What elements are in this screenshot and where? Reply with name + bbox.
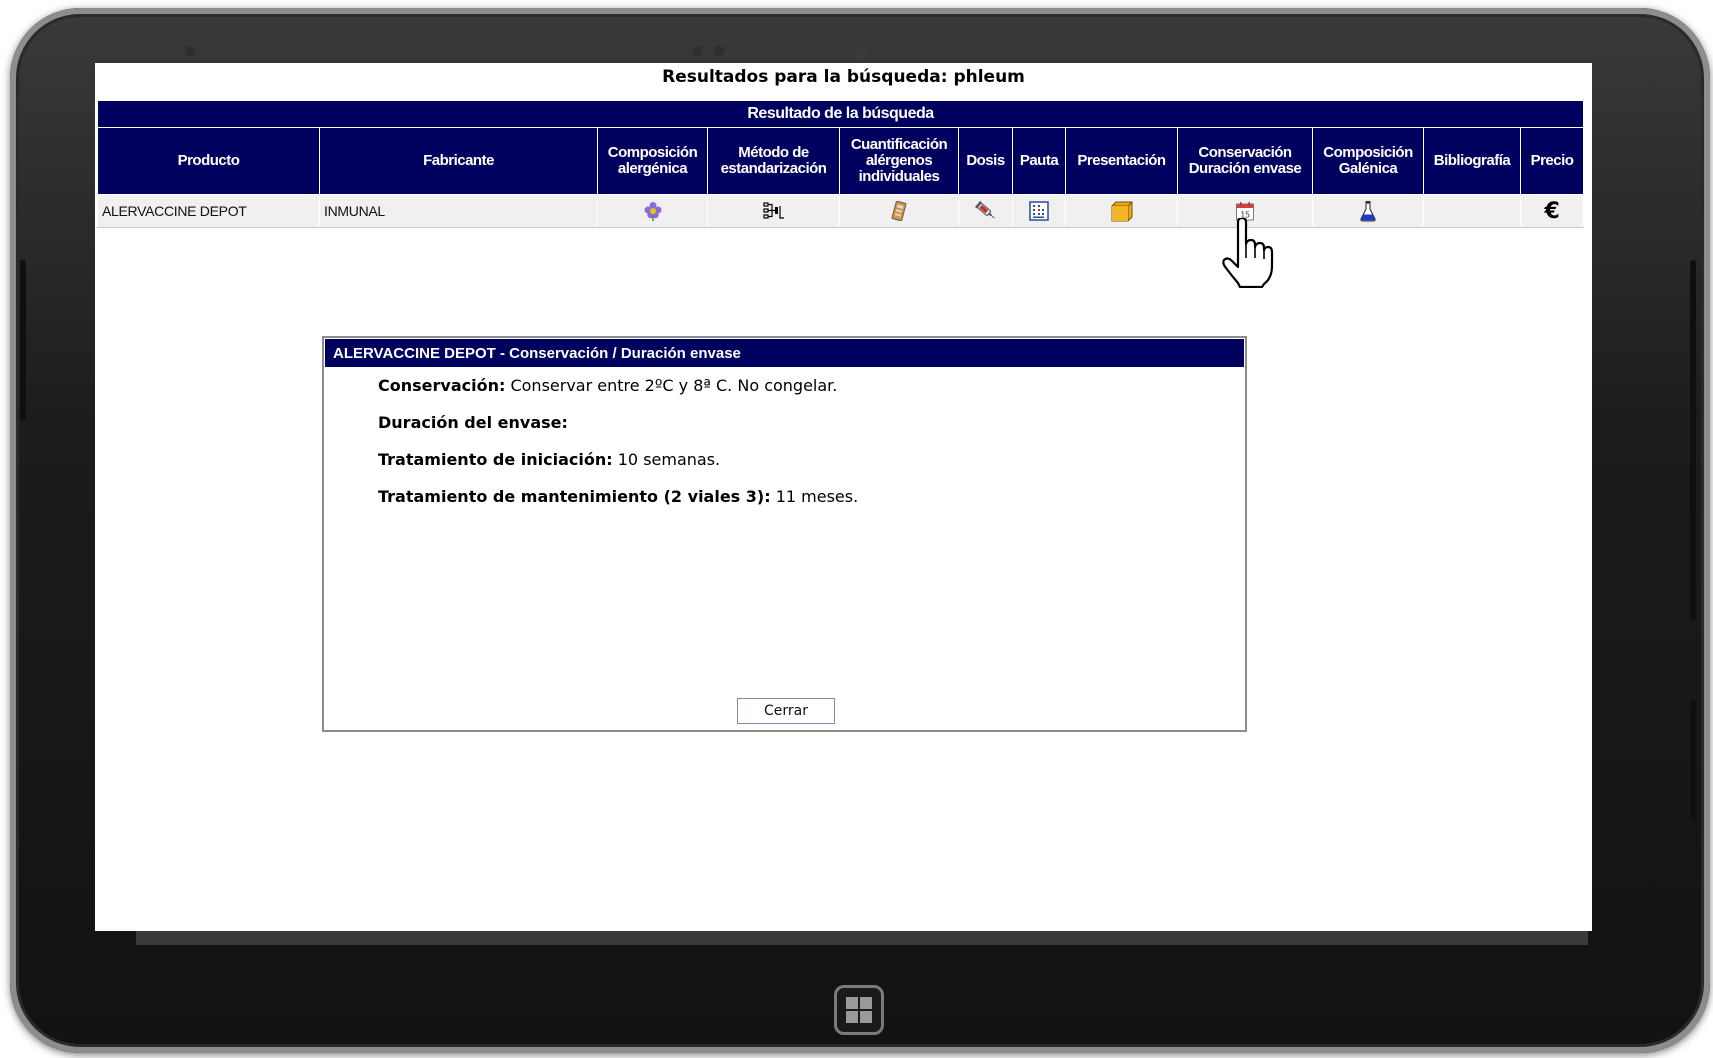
column-header-conservacion: Conservación Duración envase bbox=[1177, 127, 1313, 195]
page-title: Resultados para la búsqueda: phleum bbox=[662, 67, 1025, 87]
column-header-presentacion: Presentación bbox=[1065, 127, 1178, 195]
euro-icon[interactable]: € bbox=[1545, 199, 1560, 224]
column-header-fabricante: Fabricante bbox=[319, 127, 598, 195]
flower-icon[interactable] bbox=[643, 201, 663, 221]
mantenimiento-value: 11 meses. bbox=[770, 487, 859, 506]
sensor-dot bbox=[693, 46, 703, 56]
dialog-title: ALERVACCINE DEPOT - Conservación / Durac… bbox=[325, 339, 1244, 367]
mantenimiento-line: Tratamiento de mantenimiento (2 viales 3… bbox=[378, 487, 858, 507]
windows-home-button[interactable] bbox=[834, 985, 884, 1035]
sensor-dot bbox=[185, 46, 195, 56]
side-button bbox=[1690, 700, 1696, 820]
side-button bbox=[20, 260, 26, 420]
iniciacion-value: 10 semanas. bbox=[612, 450, 721, 469]
iniciacion-label: Tratamiento de iniciación: bbox=[378, 450, 613, 469]
hand-cursor-icon bbox=[1222, 218, 1274, 288]
bezel-shadow bbox=[136, 931, 1588, 945]
conservacion-label: Conservación: bbox=[378, 376, 506, 395]
column-header-metodo: Método de estandarización bbox=[707, 127, 840, 195]
pauta-cell bbox=[1012, 194, 1066, 228]
presentacion-cell bbox=[1065, 194, 1178, 228]
mantenimiento-label: Tratamiento de mantenimiento (2 viales 3… bbox=[378, 487, 771, 506]
table-caption: Resultado de la búsqueda bbox=[96, 100, 1585, 128]
column-header-precio: Precio bbox=[1519, 127, 1585, 195]
column-header-bibliografia: Bibliografía bbox=[1423, 127, 1521, 195]
column-header-producto: Producto bbox=[97, 127, 320, 195]
syringe-icon[interactable] bbox=[974, 201, 997, 221]
column-header-composicion-galenica: Composición Galénica bbox=[1312, 127, 1424, 195]
schedule-grid-icon[interactable] bbox=[1029, 201, 1049, 221]
conservacion-value: Conservar entre 2ºC y 8ª C. No congelar. bbox=[505, 376, 838, 395]
column-header-composicion-alergenica: Composición alergénica bbox=[597, 127, 708, 195]
column-header-dosis: Dosis bbox=[958, 127, 1013, 195]
precio-cell: € bbox=[1519, 194, 1585, 228]
standardization-icon[interactable] bbox=[762, 202, 785, 220]
camera-icon bbox=[855, 46, 869, 60]
results-table: Resultado de la búsqueda Producto Fabric… bbox=[96, 100, 1585, 228]
close-button[interactable]: Cerrar bbox=[737, 698, 835, 724]
column-header-pauta: Pauta bbox=[1012, 127, 1066, 195]
product-name-cell: ALERVACCINE DEPOT bbox=[97, 194, 320, 228]
composicion-alergenica-cell bbox=[597, 194, 708, 228]
metodo-cell bbox=[707, 194, 840, 228]
sensor-dot bbox=[714, 46, 724, 56]
bibliografia-cell bbox=[1423, 194, 1521, 228]
side-button bbox=[1690, 260, 1696, 620]
duracion-line: Duración del envase: bbox=[378, 413, 858, 433]
flask-icon[interactable] bbox=[1359, 200, 1377, 222]
conservacion-dialog: ALERVACCINE DEPOT - Conservación / Durac… bbox=[322, 336, 1247, 732]
dosis-cell bbox=[958, 194, 1013, 228]
quantification-icon[interactable] bbox=[890, 201, 908, 221]
iniciacion-line: Tratamiento de iniciación: 10 semanas. bbox=[378, 450, 858, 470]
column-header-cuantificacion: Cuantificación alérgenos individuales bbox=[839, 127, 959, 195]
manufacturer-cell: INMUNAL bbox=[319, 194, 598, 228]
conservacion-line: Conservación: Conservar entre 2ºC y 8ª C… bbox=[378, 376, 858, 396]
cuantificacion-cell bbox=[839, 194, 959, 228]
duracion-label: Duración del envase: bbox=[378, 413, 568, 432]
screen: Resultados para la búsqueda: phleum Resu… bbox=[95, 63, 1592, 931]
windows-logo-icon bbox=[846, 997, 872, 1023]
dialog-body: Conservación: Conservar entre 2ºC y 8ª C… bbox=[378, 376, 858, 524]
composicion-galenica-cell bbox=[1312, 194, 1424, 228]
box-icon[interactable] bbox=[1110, 200, 1134, 222]
table-row: ALERVACCINE DEPOT INMUNAL 15 € bbox=[97, 194, 1585, 228]
